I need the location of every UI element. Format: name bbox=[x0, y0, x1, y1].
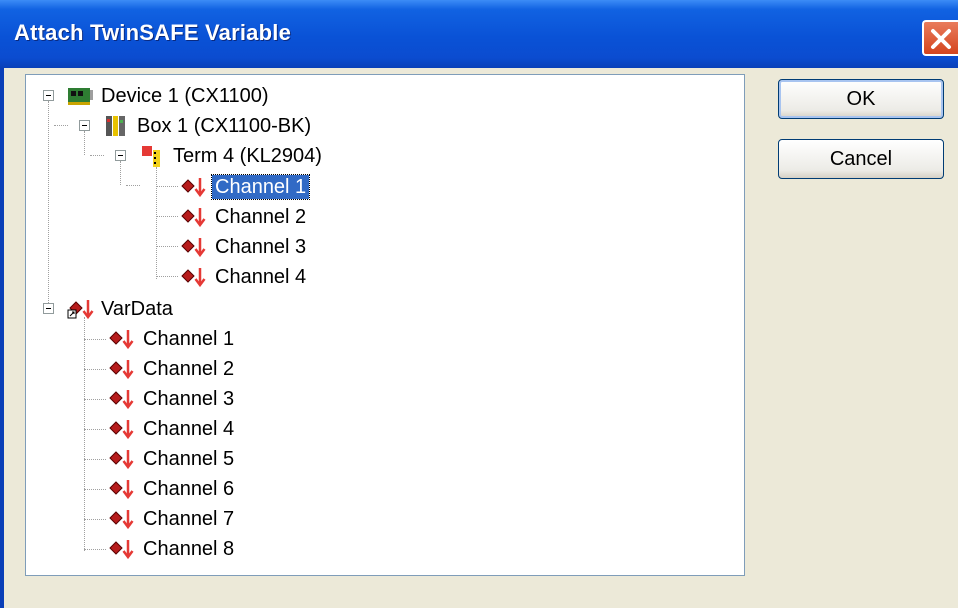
output-variable-icon bbox=[180, 235, 208, 259]
bus-coupler-icon bbox=[102, 114, 130, 138]
tree-node-label: Channel 4 bbox=[143, 418, 235, 440]
tree-node-vardata-channel[interactable]: Channel 5 bbox=[108, 445, 237, 473]
tree-node-vardata-channel[interactable]: Channel 7 bbox=[108, 505, 237, 533]
tree-node-vardata-channel[interactable]: Channel 8 bbox=[108, 535, 237, 563]
tree-node-label: Box 1 (CX1100-BK) bbox=[137, 115, 312, 137]
output-variable-icon bbox=[180, 175, 208, 199]
linked-variable-icon bbox=[66, 297, 94, 321]
tree-node-term-channel[interactable]: Channel 3 bbox=[180, 233, 309, 261]
collapse-box-toggle[interactable] bbox=[79, 120, 90, 131]
title-bar[interactable]: Attach TwinSAFE Variable bbox=[0, 0, 958, 68]
tree-node-label: Term 4 (KL2904) bbox=[173, 145, 322, 167]
pci-card-icon bbox=[66, 84, 94, 108]
output-variable-icon bbox=[108, 447, 136, 471]
window-frame bbox=[0, 68, 4, 608]
tree-node-vardata[interactable]: VarData bbox=[66, 295, 176, 323]
collapse-vardata-toggle[interactable] bbox=[43, 303, 54, 314]
tree-node-label: Channel 5 bbox=[143, 448, 235, 470]
close-icon bbox=[931, 29, 951, 49]
output-variable-icon bbox=[180, 205, 208, 229]
tree-node-label: Channel 3 bbox=[143, 388, 235, 410]
tree-node-vardata-channel[interactable]: Channel 2 bbox=[108, 355, 237, 383]
tree-node-device[interactable]: Device 1 (CX1100) bbox=[66, 82, 271, 110]
dialog-title: Attach TwinSAFE Variable bbox=[14, 20, 292, 45]
tree-node-term-channel[interactable]: Channel 4 bbox=[180, 263, 309, 291]
tree-node-vardata-channel[interactable]: Channel 4 bbox=[108, 415, 237, 443]
tree-node-term[interactable]: Term 4 (KL2904) bbox=[138, 142, 325, 170]
tree-node-term-channel[interactable]: Channel 2 bbox=[180, 203, 309, 231]
tree-node-vardata-channel[interactable]: Channel 3 bbox=[108, 385, 237, 413]
tree-node-label: Channel 6 bbox=[143, 478, 235, 500]
tree-node-label: Channel 1 bbox=[143, 328, 235, 350]
collapse-term-toggle[interactable] bbox=[115, 150, 126, 161]
output-variable-icon bbox=[108, 507, 136, 531]
tree-node-label: Channel 4 bbox=[215, 266, 307, 288]
output-variable-icon bbox=[108, 357, 136, 381]
output-variable-icon bbox=[108, 327, 136, 351]
tree-node-label: Channel 2 bbox=[215, 206, 307, 228]
output-variable-icon bbox=[108, 537, 136, 561]
tree-node-vardata-channel[interactable]: Channel 6 bbox=[108, 475, 237, 503]
output-variable-icon bbox=[108, 387, 136, 411]
tree-node-label: Channel 3 bbox=[215, 236, 307, 258]
tree-node-label: Channel 1 bbox=[210, 174, 311, 200]
tree-node-label: Channel 2 bbox=[143, 358, 235, 380]
collapse-device-toggle[interactable] bbox=[43, 90, 54, 101]
cancel-button[interactable]: Cancel bbox=[778, 139, 944, 179]
tree-node-vardata-channel[interactable]: Channel 1 bbox=[108, 325, 237, 353]
ok-button[interactable]: OK bbox=[778, 79, 944, 119]
dialog-window: Attach TwinSAFE Variable Device 1 (CX110… bbox=[0, 0, 958, 608]
terminal-icon bbox=[138, 144, 166, 168]
output-variable-icon bbox=[108, 417, 136, 441]
tree-node-box[interactable]: Box 1 (CX1100-BK) bbox=[102, 112, 314, 140]
tree-node-label: VarData bbox=[101, 298, 173, 320]
output-variable-icon bbox=[180, 265, 208, 289]
tree-node-label: Device 1 (CX1100) bbox=[101, 85, 269, 107]
tree-node-label: Channel 8 bbox=[143, 538, 235, 560]
tree-node-label: Channel 7 bbox=[143, 508, 235, 530]
close-button[interactable] bbox=[922, 20, 958, 56]
output-variable-icon bbox=[108, 477, 136, 501]
tree-node-term-channel[interactable]: Channel 1 bbox=[180, 173, 311, 201]
variable-tree[interactable]: Device 1 (CX1100) Box 1 (CX1100-BK) Term… bbox=[25, 74, 745, 576]
